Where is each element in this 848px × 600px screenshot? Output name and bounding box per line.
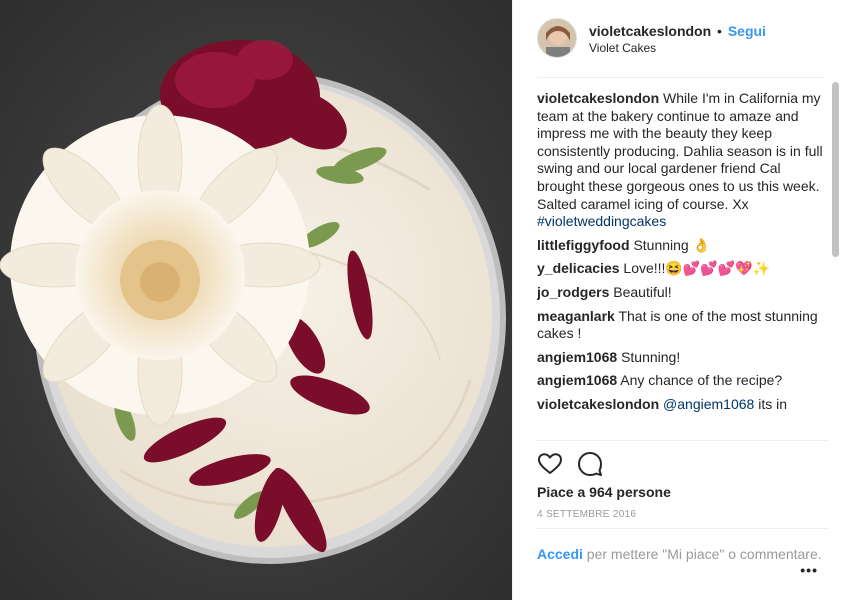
comment-icon[interactable] (577, 451, 605, 479)
post-date: 4 settembre 2016 (537, 509, 637, 520)
comment-text: Any chance of the recipe? (620, 372, 783, 389)
comment-username[interactable]: y_delicacies (537, 260, 620, 276)
header-username[interactable]: violetcakeslondon (589, 23, 711, 39)
post-image[interactable] (0, 0, 512, 600)
avatar[interactable] (537, 18, 577, 58)
list-item: violetcakeslondon @angiem1068 its in (537, 396, 829, 414)
caption-hashtag[interactable]: #violetweddingcakes (537, 213, 666, 229)
comment-text: its in (754, 395, 788, 412)
comments-list[interactable]: violetcakeslondon While I'm in Californi… (537, 86, 829, 440)
comment-username[interactable]: jo_rodgers (537, 284, 609, 300)
login-text: per mettere "Mi piace" o commentare. (582, 546, 822, 562)
comments-scrollbar[interactable] (832, 80, 839, 440)
header-separator: • (717, 23, 722, 39)
login-prompt: Accedi per mettere "Mi piace" o commenta… (537, 528, 829, 563)
location-link[interactable]: Violet Cakes (589, 41, 766, 55)
post-sidebar: violetcakeslondon • Segui Violet Cakes v… (512, 0, 848, 600)
login-link[interactable]: Accedi (537, 546, 583, 562)
comment-text: Love!!!😆💕💕💕💖✨ (623, 260, 771, 277)
heart-icon[interactable] (537, 451, 565, 479)
comment-username[interactable]: littlefiggyfood (537, 237, 630, 253)
follow-button[interactable]: Segui (728, 23, 766, 39)
caption: violetcakeslondon While I'm in Californi… (537, 90, 829, 231)
action-bar (537, 440, 829, 480)
caption-username[interactable]: violetcakeslondon (537, 90, 659, 106)
comment-text: Beautiful! (613, 283, 672, 300)
comment-username[interactable]: angiem1068 (537, 349, 617, 365)
likes-count[interactable]: Piace a 964 persone (537, 484, 671, 500)
post-header: violetcakeslondon • Segui Violet Cakes (537, 0, 824, 78)
list-item: angiem1068 Any chance of the recipe? (537, 372, 829, 390)
list-item: angiem1068 Stunning! (537, 349, 829, 367)
more-options-icon[interactable]: ••• (800, 562, 818, 578)
comment-username[interactable]: violetcakeslondon (537, 396, 659, 412)
comment-username[interactable]: angiem1068 (537, 372, 617, 388)
comment-mention[interactable]: @angiem1068 (663, 396, 754, 412)
scrollbar-thumb[interactable] (832, 82, 839, 257)
comment-username[interactable]: meaganlark (537, 308, 615, 324)
comment-text: Stunning 👌 (633, 236, 711, 253)
list-item: littlefiggyfood Stunning 👌 (537, 237, 829, 255)
caption-text: While I'm in California my team at the b… (537, 90, 823, 212)
list-item: meaganlark That is one of the most stunn… (537, 308, 829, 343)
list-item: jo_rodgers Beautiful! (537, 284, 829, 302)
comment-text: Stunning! (621, 348, 681, 365)
list-item: y_delicacies Love!!!😆💕💕💕💖✨ (537, 260, 829, 278)
